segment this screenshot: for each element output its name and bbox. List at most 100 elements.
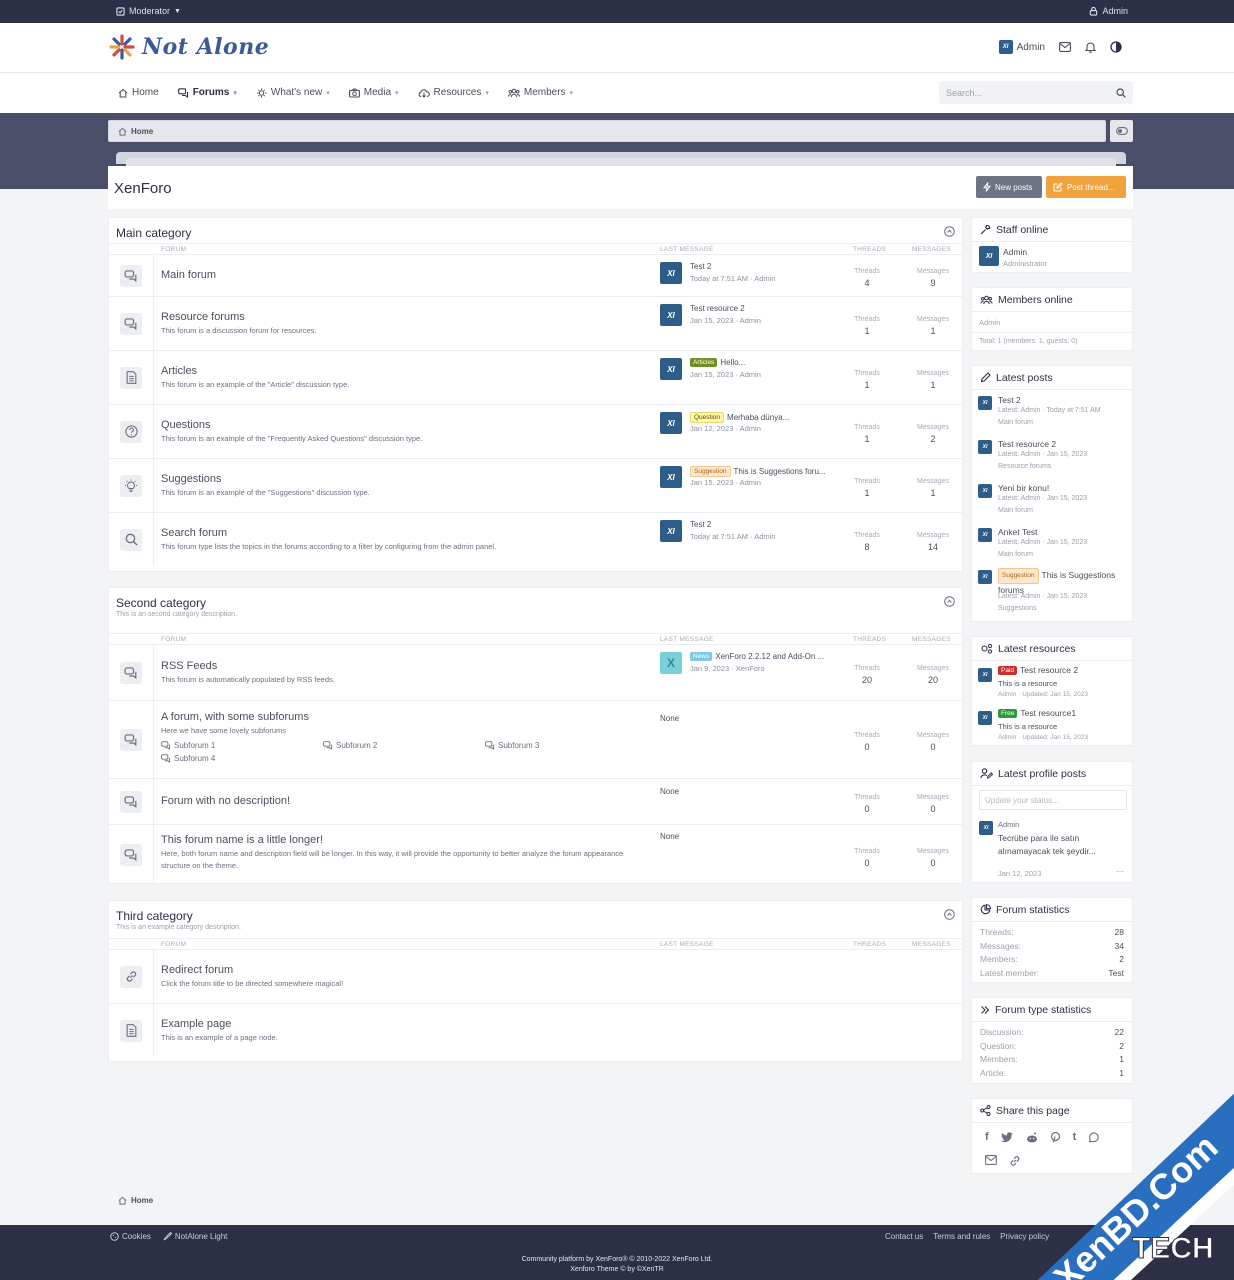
search-input[interactable]: Search... xyxy=(939,81,1133,104)
cookies-link[interactable]: Cookies xyxy=(110,1232,151,1241)
user-menu[interactable]: XI Admin xyxy=(998,40,1045,54)
tumblr-icon[interactable]: t xyxy=(1073,1131,1077,1143)
post-avatar[interactable]: XI xyxy=(978,484,992,498)
last-poster-avatar[interactable]: X xyxy=(660,652,682,674)
category-title[interactable]: Third category xyxy=(116,909,193,923)
forum-title[interactable]: Suggestions xyxy=(161,473,222,485)
moderator-menu[interactable]: Moderator ▼ xyxy=(116,6,181,16)
last-thread-link[interactable]: Test 2 xyxy=(690,520,711,529)
terms-link[interactable]: Terms and rules xyxy=(933,1232,990,1241)
profile-post-user[interactable]: Admin xyxy=(998,820,1019,829)
last-poster-avatar[interactable]: XI xyxy=(660,412,682,434)
admin-link[interactable]: Admin xyxy=(1089,6,1128,16)
last-thread-link[interactable]: Articles Hello... xyxy=(690,358,745,367)
breadcrumb[interactable]: Home xyxy=(108,120,1106,142)
last-thread-link[interactable]: Test 2 xyxy=(690,262,711,271)
contact-link[interactable]: Contact us xyxy=(885,1232,923,1241)
resource-icon[interactable]: XI xyxy=(978,668,992,682)
email-icon[interactable] xyxy=(985,1155,997,1165)
last-poster-avatar[interactable]: XI xyxy=(660,262,682,284)
envelope-icon[interactable] xyxy=(1059,42,1071,52)
staff-name[interactable]: Admin xyxy=(1003,247,1027,257)
link-icon[interactable] xyxy=(1009,1155,1021,1167)
members-list[interactable]: Admin xyxy=(979,318,1000,327)
last-thread-link[interactable]: News XenForo 2.2.12 and Add-On ... xyxy=(690,652,824,661)
forum-icon-cell xyxy=(109,459,154,512)
forum-title[interactable]: RSS Feeds xyxy=(161,660,217,672)
search-icon[interactable] xyxy=(1116,87,1126,98)
last-thread-link[interactable]: Test resource 2 xyxy=(690,304,745,313)
nav-media[interactable]: Media ▾ xyxy=(348,87,399,98)
forum-title[interactable]: Articles xyxy=(161,365,197,377)
post-avatar[interactable]: XI xyxy=(978,396,992,410)
nav-forums[interactable]: Forums ▾ xyxy=(177,87,237,98)
last-poster-avatar[interactable]: XI xyxy=(660,466,682,488)
post-avatar[interactable]: XI xyxy=(978,528,992,542)
last-poster-avatar[interactable]: XI xyxy=(660,358,682,380)
style-chooser-link[interactable]: NotAlone Light xyxy=(163,1232,227,1241)
last-poster-avatar[interactable]: XI xyxy=(660,520,682,542)
theme-credit: Xenforo Theme © by ©XenTR xyxy=(570,1266,664,1273)
pinterest-icon[interactable] xyxy=(1050,1131,1061,1143)
profile-post-avatar[interactable]: XI xyxy=(979,821,993,835)
subforum-link[interactable]: Subforum 2 xyxy=(323,741,377,750)
site-logo[interactable]: Not Alone xyxy=(108,33,269,61)
subforum-link[interactable]: Subforum 4 xyxy=(161,754,215,763)
forum-title[interactable]: Redirect forum xyxy=(161,964,233,976)
forum-title[interactable]: Questions xyxy=(161,419,211,431)
post-forum[interactable]: Main forum xyxy=(998,419,1033,426)
nav-resources[interactable]: Resources ▾ xyxy=(418,87,489,98)
nav-home[interactable]: Home xyxy=(118,87,159,98)
privacy-link[interactable]: Privacy policy xyxy=(1000,1232,1049,1241)
post-forum[interactable]: Main forum xyxy=(998,551,1033,558)
footer-breadcrumb-home[interactable]: Home xyxy=(131,1196,153,1205)
last-poster-avatar[interactable]: XI xyxy=(660,304,682,326)
subforum-link[interactable]: Subforum 3 xyxy=(485,741,539,750)
category-title[interactable]: Second category xyxy=(116,596,206,610)
resource-title-link[interactable]: Paid Test resource 2 xyxy=(998,665,1078,675)
last-thread-link[interactable]: Suggestion This is Suggestions foru... xyxy=(690,466,826,477)
post-forum[interactable]: Resource forums xyxy=(998,463,1051,470)
forum-title[interactable]: Search forum xyxy=(161,527,227,539)
twitter-icon[interactable] xyxy=(1000,1131,1014,1143)
staff-avatar[interactable]: XI xyxy=(979,246,999,266)
post-title-link[interactable]: Anket Test xyxy=(998,526,1126,538)
nav-whats-new[interactable]: What's new ▾ xyxy=(256,87,330,98)
reddit-icon[interactable] xyxy=(1026,1132,1038,1143)
post-avatar[interactable]: XI xyxy=(978,440,992,454)
new-posts-button[interactable]: New posts xyxy=(976,176,1042,198)
last-thread-link[interactable]: Question Merhaba dünya... xyxy=(690,412,789,423)
facebook-icon[interactable]: f xyxy=(985,1131,989,1143)
category-title[interactable]: Main category xyxy=(116,226,191,240)
resource-icon[interactable]: XI xyxy=(978,711,992,725)
subforum-link[interactable]: Subforum 1 xyxy=(161,741,215,750)
nav-members[interactable]: Members ▾ xyxy=(507,87,573,98)
forum-title[interactable]: Resource forums xyxy=(161,311,245,323)
forum-title[interactable]: This forum name is a little longer! xyxy=(161,834,323,846)
more-options-icon[interactable]: ··· xyxy=(1116,867,1124,876)
post-avatar[interactable]: XI xyxy=(978,570,992,584)
whatsapp-icon[interactable] xyxy=(1088,1131,1100,1143)
bell-icon[interactable] xyxy=(1085,41,1096,53)
collapse-toggle-icon[interactable] xyxy=(944,909,955,920)
resource-title: Test resource 2 xyxy=(1020,665,1079,675)
theme-toggle-icon[interactable] xyxy=(1110,41,1122,53)
forum-title[interactable]: Main forum xyxy=(161,269,216,281)
post-forum[interactable]: Main forum xyxy=(998,507,1033,514)
post-title-link[interactable]: Test resource 2 xyxy=(998,438,1126,450)
post-title-link[interactable]: Suggestion This is Suggestions forums xyxy=(998,568,1126,596)
resource-title-link[interactable]: Free Test resource1 xyxy=(998,708,1076,718)
breadcrumb-home[interactable]: Home xyxy=(131,127,153,136)
forum-title[interactable]: Example page xyxy=(161,1018,231,1030)
footer-breadcrumb[interactable]: Home xyxy=(108,1188,1133,1212)
collapse-toggle-icon[interactable] xyxy=(944,596,955,607)
collapse-toggle-icon[interactable] xyxy=(944,226,955,237)
post-thread-button[interactable]: Post thread... xyxy=(1046,176,1126,198)
forum-title[interactable]: A forum, with some subforums xyxy=(161,711,309,723)
post-title-link[interactable]: Test 2 xyxy=(998,394,1126,406)
status-input[interactable]: Update your status... xyxy=(979,790,1127,810)
forum-title[interactable]: Forum with no description! xyxy=(161,795,290,807)
post-title-link[interactable]: Yeni bir konu! xyxy=(998,482,1126,494)
post-forum[interactable]: Suggestions xyxy=(998,605,1037,612)
layout-toggle-button[interactable] xyxy=(1110,120,1133,142)
